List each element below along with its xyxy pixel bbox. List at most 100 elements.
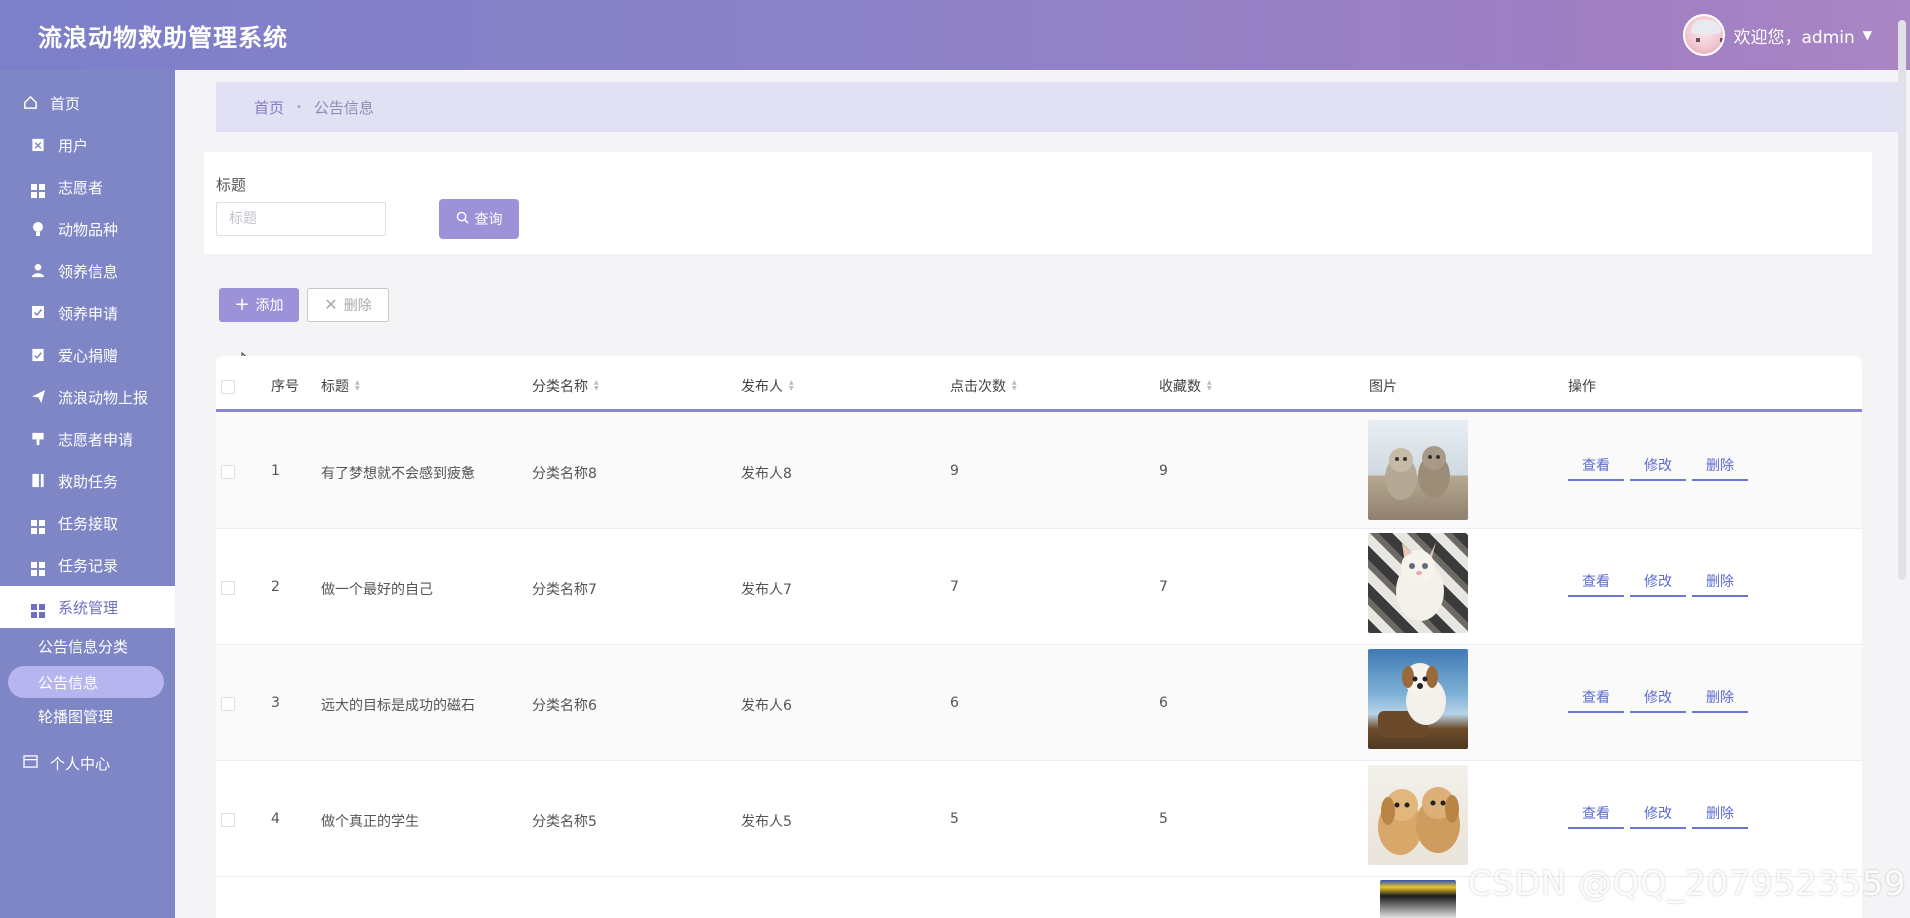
breadcrumb: 首页 • 公告信息	[216, 82, 1902, 132]
sidebar-item-system-management[interactable]: 系统管理	[0, 586, 175, 628]
sidebar-item-label: 流浪动物上报	[58, 388, 149, 407]
view-button[interactable]: 查看	[1568, 567, 1624, 597]
kitten-on-plaid-photo[interactable]	[1368, 533, 1468, 633]
sort-icon: ▲ ▼	[1207, 379, 1212, 392]
sidebar-item-label: 任务记录	[58, 556, 119, 575]
search-icon	[456, 211, 469, 228]
cell-favorites: 6	[1159, 695, 1168, 711]
sidebar-item-personal-center[interactable]: 个人中心	[0, 744, 175, 782]
cell-category: 分类名称7	[532, 582, 597, 598]
column-header-publisher[interactable]: 发布人 ▲ ▼	[741, 376, 794, 396]
two-puppies-photo[interactable]	[1368, 765, 1468, 865]
table-row: 4 做个真正的学生 分类名称5 发布人5 5 5 查看 修改 删除	[216, 761, 1862, 877]
podium-icon	[30, 431, 46, 447]
cell-clicks: 7	[950, 579, 959, 595]
search-label: 标题	[216, 176, 247, 194]
delete-button[interactable]: 删除	[1692, 451, 1748, 481]
sidebar-item-adoption-apply[interactable]: 领养申请	[0, 294, 175, 332]
cell-favorites: 5	[1159, 811, 1168, 827]
column-header-favorites[interactable]: 收藏数 ▲ ▼	[1159, 376, 1212, 396]
add-button[interactable]: + 添加	[219, 288, 299, 322]
sidebar-item-label: 动物品种	[58, 220, 119, 239]
row-checkbox[interactable]	[221, 465, 235, 479]
cell-index: 3	[271, 695, 280, 711]
cell-favorites: 9	[1159, 463, 1168, 479]
sort-icon: ▲ ▼	[594, 379, 599, 392]
delete-button[interactable]: 删除	[1692, 567, 1748, 597]
cell-clicks: 6	[950, 695, 959, 711]
column-header-clicks[interactable]: 点击次数 ▲ ▼	[950, 376, 1017, 396]
search-panel: 标题 查询	[204, 152, 1872, 254]
welcome-text[interactable]: 欢迎您，admin	[1733, 23, 1854, 48]
close-icon: ✕	[324, 295, 338, 314]
id-card-icon	[22, 755, 38, 771]
cell-publisher: 发布人8	[741, 466, 792, 482]
sidebar-item-stray-report[interactable]: 流浪动物上报	[0, 378, 175, 416]
chevron-down-icon[interactable]: ▼	[1863, 28, 1872, 42]
sidebar-child-notice-info[interactable]: 公告信息	[8, 666, 164, 698]
sidebar-item-home[interactable]: 首页	[0, 84, 175, 122]
sidebar-item-label: 首页	[50, 94, 81, 113]
edit-button[interactable]: 修改	[1630, 683, 1686, 713]
cell-favorites: 7	[1159, 579, 1168, 595]
sidebar-item-adoption-info[interactable]: 领养信息	[0, 252, 175, 290]
row-checkbox[interactable]	[221, 581, 235, 595]
cell-title: 远大的目标是成功的磁石	[321, 698, 475, 714]
user-icon	[30, 263, 46, 279]
column-header-title[interactable]: 标题 ▲ ▼	[321, 376, 360, 396]
grid-icon	[30, 179, 46, 198]
notice-table: 序号 标题 ▲ ▼ 分类名称 ▲ ▼ 发布人 ▲ ▼ 点击次数 ▲ ▼ 收藏数 ▲ ▼ 图片 操作 …	[216, 356, 1862, 918]
select-all-checkbox[interactable]	[221, 380, 235, 394]
sidebar-item-task-records[interactable]: 任务记录	[0, 546, 175, 584]
app-title: 流浪动物救助管理系统	[38, 24, 288, 52]
sidebar-item-task-accept[interactable]: 任务接取	[0, 504, 175, 542]
column-header-image: 图片	[1369, 379, 1397, 395]
sidebar-item-label: 任务接取	[58, 514, 119, 533]
column-header-actions: 操作	[1568, 379, 1596, 395]
cell-title: 做个真正的学生	[321, 814, 419, 830]
sidebar-item-volunteers[interactable]: 志愿者	[0, 168, 175, 206]
sidebar-child-carousel[interactable]: 轮播图管理	[0, 700, 175, 732]
sidebar-item-volunteer-apply[interactable]: 志愿者申请	[0, 420, 175, 458]
query-button[interactable]: 查询	[439, 199, 519, 239]
sidebar-item-rescue-tasks[interactable]: 救助任务	[0, 462, 175, 500]
puppy-on-stump-photo[interactable]	[1368, 649, 1468, 749]
row-checkbox[interactable]	[221, 697, 235, 711]
sidebar-child-notice-category[interactable]: 公告信息分类	[0, 630, 175, 662]
view-button[interactable]: 查看	[1568, 683, 1624, 713]
sidebar-item-donations[interactable]: 爱心捐赠	[0, 336, 175, 374]
cell-publisher: 发布人6	[741, 698, 792, 714]
cell-category: 分类名称5	[532, 814, 597, 830]
cell-publisher: 发布人7	[741, 582, 792, 598]
sidebar-item-label: 爱心捐赠	[58, 346, 119, 365]
send-icon	[30, 389, 46, 405]
sidebar-item-label: 志愿者申请	[58, 430, 134, 449]
two-kittens-photo[interactable]	[1368, 420, 1468, 520]
delete-button[interactable]: 删除	[1692, 683, 1748, 713]
title-search-input[interactable]	[216, 202, 386, 236]
delete-button[interactable]: 删除	[1692, 799, 1748, 829]
column-header-category[interactable]: 分类名称 ▲ ▼	[532, 376, 599, 396]
view-button[interactable]: 查看	[1568, 451, 1624, 481]
cell-title: 做一个最好的自己	[321, 582, 433, 598]
sidebar-item-label: 个人中心	[50, 754, 111, 773]
sidebar-item-label: 系统管理	[58, 598, 119, 617]
breadcrumb-home[interactable]: 首页	[254, 97, 284, 118]
cell-clicks: 5	[950, 811, 959, 827]
view-button[interactable]: 查看	[1568, 799, 1624, 829]
sidebar-item-label: 用户	[58, 136, 89, 155]
cat-partial-photo[interactable]	[1380, 880, 1456, 918]
avatar[interactable]	[1683, 14, 1726, 56]
row-checkbox[interactable]	[221, 813, 235, 827]
edit-button[interactable]: 修改	[1630, 451, 1686, 481]
cell-index: 1	[271, 463, 280, 479]
batch-delete-button[interactable]: ✕ 删除	[307, 288, 389, 322]
table-row: 1 有了梦想就不会感到疲惫 分类名称8 发布人8 9 9 查看 修改 删除	[216, 413, 1862, 529]
sidebar-item-users[interactable]: 用户	[0, 126, 175, 164]
user-menu[interactable]: 欢迎您，admin ▼	[1683, 14, 1872, 56]
edit-button[interactable]: 修改	[1630, 567, 1686, 597]
sidebar-item-breeds[interactable]: 动物品种	[0, 210, 175, 248]
edit-button[interactable]: 修改	[1630, 799, 1686, 829]
sidebar-item-label: 领养申请	[58, 304, 119, 323]
sidebar-item-label: 救助任务	[58, 472, 119, 491]
